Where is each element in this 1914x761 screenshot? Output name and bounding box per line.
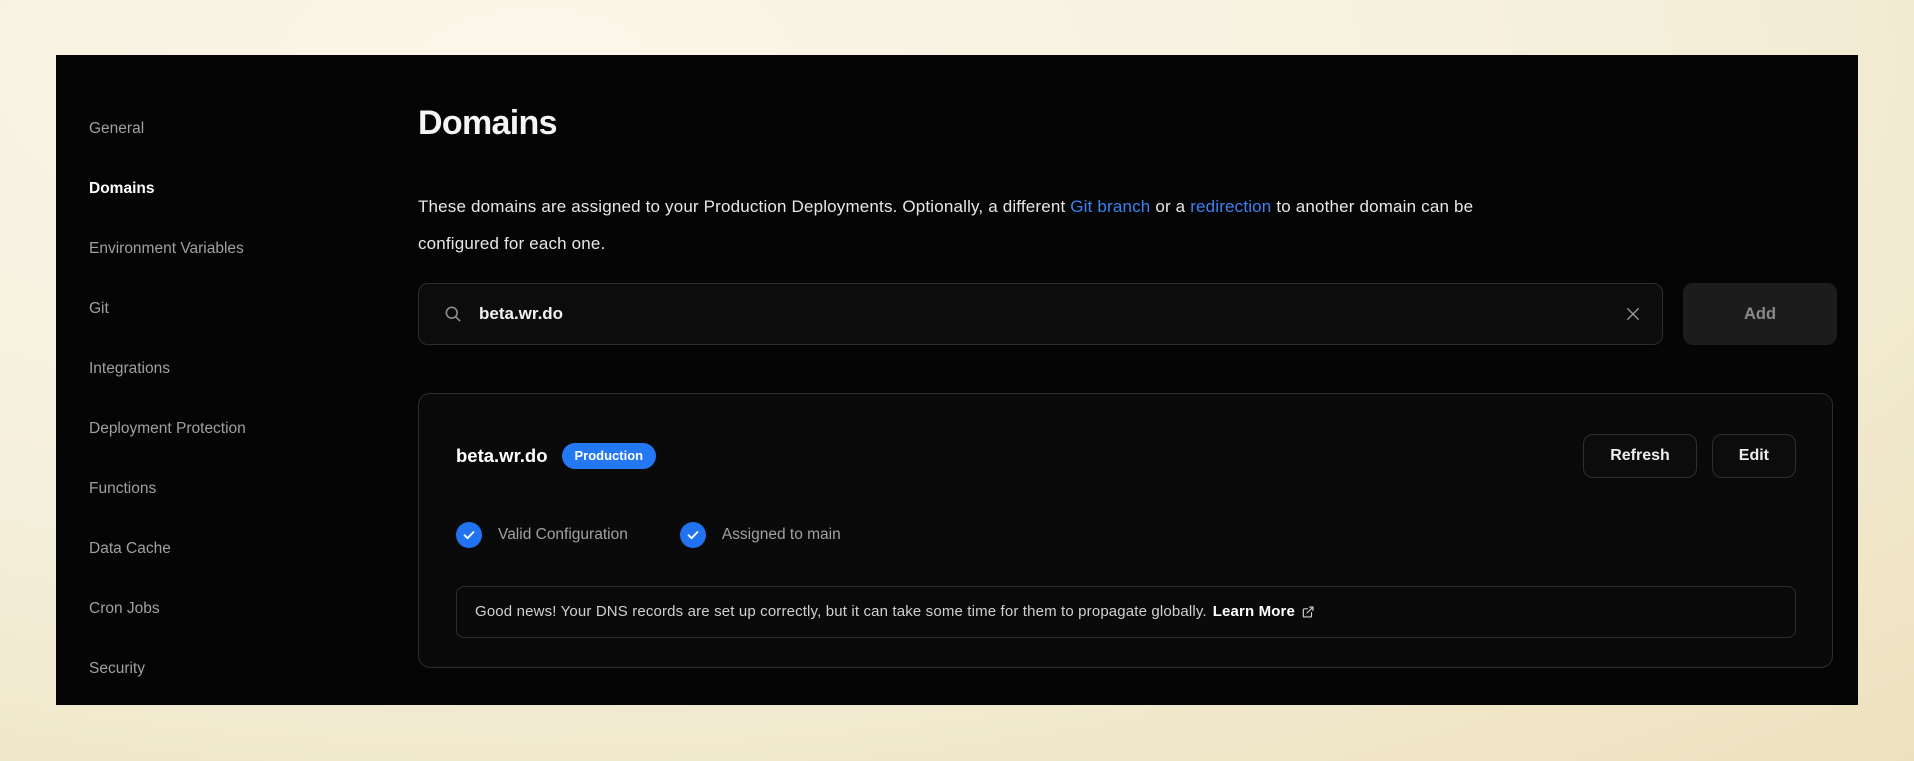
sidebar-item-deployment-protection[interactable]: Deployment Protection (89, 418, 389, 440)
settings-sidebar: General Domains Environment Variables Gi… (89, 118, 389, 680)
sidebar-item-data-cache[interactable]: Data Cache (89, 538, 389, 560)
sidebar-item-domains[interactable]: Domains (89, 178, 389, 200)
dns-notice-text: Good news! Your DNS records are set up c… (475, 600, 1207, 624)
description-text: or a (1150, 197, 1190, 216)
edit-button[interactable]: Edit (1712, 434, 1796, 478)
domain-identity: beta.wr.do Production (456, 443, 656, 469)
section-description: These domains are assigned to your Produ… (418, 188, 1837, 262)
domain-input[interactable] (479, 304, 1624, 324)
valid-configuration-status: Valid Configuration (456, 522, 628, 548)
environment-badge: Production (562, 443, 657, 469)
redirection-link[interactable]: redirection (1190, 197, 1271, 216)
clear-input-icon[interactable] (1624, 305, 1642, 323)
domain-input-container[interactable] (418, 283, 1663, 345)
domain-card-actions: Refresh Edit (1583, 434, 1796, 478)
dns-notice: Good news! Your DNS records are set up c… (456, 586, 1796, 638)
description-text: These domains are assigned to your Produ… (418, 197, 1070, 216)
description-text: configured for each one. (418, 234, 605, 253)
domain-card: beta.wr.do Production Refresh Edit Valid… (418, 393, 1833, 668)
sidebar-item-integrations[interactable]: Integrations (89, 358, 389, 380)
learn-more-label: Learn More (1213, 600, 1295, 624)
page-title: Domains (418, 101, 1837, 145)
domains-section: Domains These domains are assigned to yo… (418, 55, 1837, 668)
description-text: to another domain can be (1271, 197, 1473, 216)
status-label: Valid Configuration (498, 526, 628, 544)
git-branch-link[interactable]: Git branch (1070, 197, 1150, 216)
add-domain-button[interactable]: Add (1683, 283, 1837, 345)
check-circle-icon (680, 522, 706, 548)
status-label: Assigned to main (722, 526, 841, 544)
sidebar-item-cron-jobs[interactable]: Cron Jobs (89, 598, 389, 620)
refresh-button[interactable]: Refresh (1583, 434, 1697, 478)
sidebar-item-functions[interactable]: Functions (89, 478, 389, 500)
assigned-branch-status: Assigned to main (680, 522, 841, 548)
status-checks-row: Valid Configuration Assigned to main (456, 522, 1796, 548)
external-link-icon (1301, 605, 1315, 619)
sidebar-item-environment-variables[interactable]: Environment Variables (89, 238, 389, 260)
learn-more-link[interactable]: Learn More (1213, 600, 1315, 624)
sidebar-item-security[interactable]: Security (89, 658, 389, 680)
domain-card-header: beta.wr.do Production Refresh Edit (456, 434, 1796, 478)
sidebar-item-git[interactable]: Git (89, 298, 389, 320)
domain-name: beta.wr.do (456, 445, 548, 467)
sidebar-item-general[interactable]: General (89, 118, 389, 140)
check-circle-icon (456, 522, 482, 548)
search-icon (443, 304, 463, 324)
settings-panel: General Domains Environment Variables Gi… (56, 55, 1858, 705)
add-domain-row: Add (418, 283, 1837, 345)
